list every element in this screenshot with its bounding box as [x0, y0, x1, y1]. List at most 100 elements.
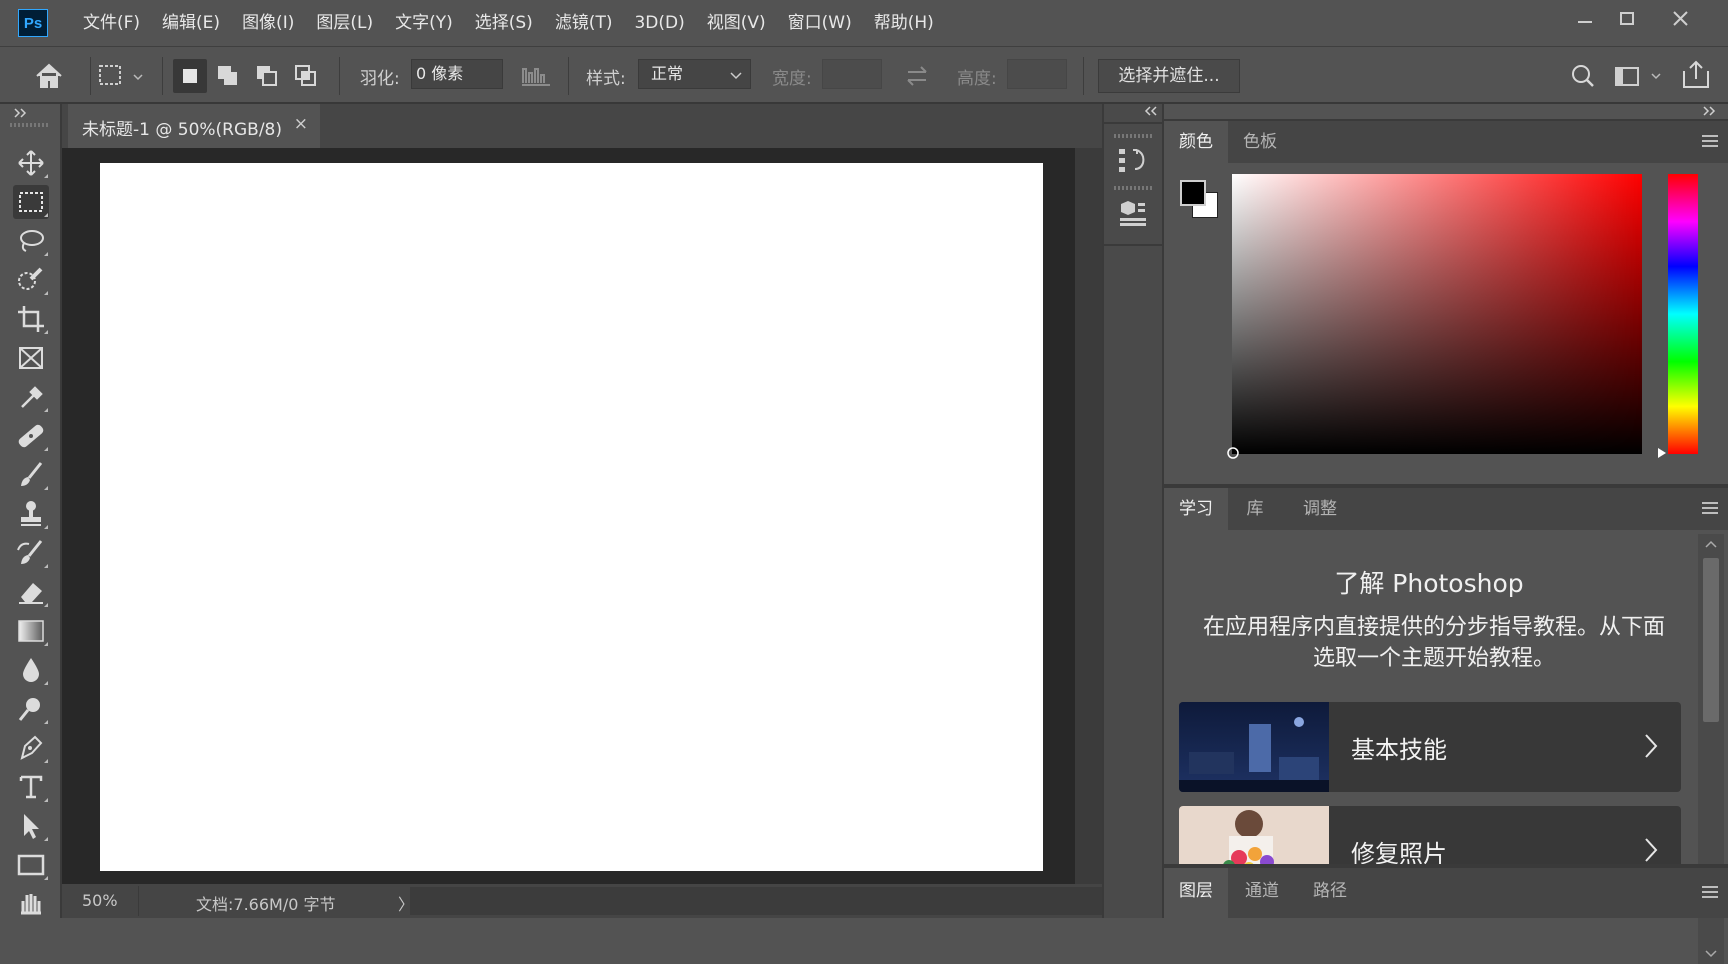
- add-to-selection-button[interactable]: [211, 59, 245, 93]
- chevron-down-icon[interactable]: [1705, 950, 1717, 958]
- tutorial-thumbnail: [1179, 702, 1329, 792]
- document-tab[interactable]: 未标题-1 @ 50%(RGB/8) ×: [68, 104, 320, 148]
- workspace-switcher[interactable]: [1612, 59, 1666, 93]
- home-button[interactable]: [32, 59, 66, 93]
- tutorial-card-basic-skills[interactable]: 基本技能: [1179, 702, 1681, 792]
- document-tab-title: 未标题-1 @ 50%(RGB/8): [82, 120, 282, 140]
- tab-channels[interactable]: 通道: [1228, 868, 1296, 918]
- tab-adjustments[interactable]: 调整: [1282, 488, 1358, 530]
- intersect-selection-button[interactable]: [289, 59, 323, 93]
- healing-brush-tool[interactable]: [13, 419, 49, 453]
- tool-preset-picker[interactable]: [96, 59, 154, 93]
- new-selection-button[interactable]: [173, 59, 207, 93]
- add-selection-icon: [218, 66, 237, 85]
- document-info[interactable]: 文档:7.66M/0 字节: [196, 891, 335, 915]
- panel-grip[interactable]: [1114, 134, 1152, 138]
- dodge-tool[interactable]: [13, 692, 49, 726]
- tab-layers[interactable]: 图层: [1164, 868, 1228, 918]
- hue-slider[interactable]: [1668, 174, 1698, 454]
- lasso-tool[interactable]: [13, 224, 49, 258]
- quick-selection-tool[interactable]: [13, 263, 49, 297]
- menu-bar: 文件(F) 编辑(E) 图像(I) 图层(L) 文字(Y) 选择(S) 滤镜(T…: [72, 0, 945, 46]
- anti-alias-button[interactable]: [520, 61, 554, 91]
- eraser-tool[interactable]: [13, 575, 49, 609]
- intersect-selection-icon: [295, 65, 316, 86]
- close-tab-icon[interactable]: ×: [294, 114, 308, 134]
- type-tool[interactable]: [13, 770, 49, 804]
- cube-icon: [1120, 201, 1146, 226]
- path-selection-tool[interactable]: [13, 809, 49, 843]
- share-button[interactable]: [1676, 57, 1716, 93]
- horizontal-scrollbar[interactable]: [410, 887, 1102, 915]
- tab-learn[interactable]: 学习: [1164, 488, 1228, 530]
- chevron-right-icon: [1645, 734, 1658, 758]
- document-canvas[interactable]: [100, 163, 1043, 871]
- hue-slider-handle[interactable]: [1656, 446, 1668, 460]
- toolbar-grip[interactable]: [10, 123, 50, 127]
- menu-type[interactable]: 文字(Y): [384, 0, 464, 46]
- menu-3d[interactable]: 3D(D): [623, 0, 695, 46]
- menu-window[interactable]: 窗口(W): [777, 0, 863, 46]
- select-and-mask-button[interactable]: 选择并遮住...: [1098, 59, 1240, 93]
- 3d-panel-button[interactable]: [1115, 196, 1151, 230]
- marquee-preset-icon: [99, 65, 143, 85]
- color-swatches: [1180, 180, 1218, 218]
- hand-tool[interactable]: [13, 887, 49, 921]
- tab-libraries[interactable]: 库: [1228, 488, 1282, 530]
- layers-panel-tabs: 图层 通道 路径: [1164, 868, 1728, 918]
- frame-tool[interactable]: [13, 341, 49, 375]
- pen-tool[interactable]: [13, 731, 49, 765]
- crop-tool[interactable]: [13, 302, 49, 336]
- close-window-button[interactable]: [1656, 4, 1706, 34]
- feather-input[interactable]: 0 像素: [411, 59, 503, 89]
- height-input[interactable]: [1007, 59, 1067, 89]
- clone-stamp-tool[interactable]: [13, 497, 49, 531]
- style-select[interactable]: 正常: [638, 59, 751, 89]
- history-panel-button[interactable]: [1115, 141, 1151, 177]
- brush-tool[interactable]: [13, 458, 49, 492]
- rectangular-marquee-tool[interactable]: [13, 185, 49, 219]
- subtract-from-selection-button[interactable]: [250, 59, 284, 93]
- maximize-button[interactable]: [1602, 4, 1652, 34]
- panel-menu-icon[interactable]: [1702, 135, 1718, 150]
- collapse-dock-icon[interactable]: [1702, 106, 1718, 116]
- menu-select[interactable]: 选择(S): [464, 0, 544, 46]
- collapse-panels-icon[interactable]: [1144, 106, 1160, 116]
- tab-color[interactable]: 颜色: [1164, 121, 1228, 163]
- tab-swatches[interactable]: 色板: [1228, 121, 1292, 163]
- style-label: 样式:: [586, 69, 626, 89]
- divider: [1104, 244, 1162, 246]
- tutorial-thumbnail: [1179, 806, 1329, 864]
- vertical-scrollbar[interactable]: [1075, 148, 1102, 884]
- tutorial-card-fix-photos[interactable]: 修复照片: [1179, 806, 1681, 864]
- gradient-tool[interactable]: [13, 614, 49, 648]
- panel-menu-icon[interactable]: [1702, 502, 1718, 517]
- width-input[interactable]: [822, 59, 882, 89]
- chevron-up-icon[interactable]: [1705, 540, 1717, 548]
- swap-dimensions-button[interactable]: [900, 61, 934, 91]
- rectangle-tool[interactable]: [13, 848, 49, 882]
- expand-toolbar-icon[interactable]: [14, 108, 30, 118]
- history-brush-tool[interactable]: [13, 536, 49, 570]
- zoom-level[interactable]: 50%: [82, 891, 118, 910]
- search-button[interactable]: [1566, 59, 1600, 93]
- foreground-color-swatch[interactable]: [1180, 180, 1206, 206]
- chevron-right-icon: [1645, 838, 1658, 862]
- menu-edit[interactable]: 编辑(E): [151, 0, 231, 46]
- learn-title: 了解 Photoshop: [1334, 569, 1524, 598]
- tab-paths[interactable]: 路径: [1296, 868, 1364, 918]
- color-picker-field[interactable]: [1227, 174, 1642, 459]
- learn-panel-content: 了解 Photoshop 在应用程序内直接提供的分步指导教程。从下面选取一个主题…: [1164, 534, 1694, 864]
- eyedropper-tool[interactable]: [13, 380, 49, 414]
- menu-view[interactable]: 视图(V): [696, 0, 777, 46]
- move-tool[interactable]: [13, 146, 49, 180]
- menu-layer[interactable]: 图层(L): [305, 0, 384, 46]
- panel-grip[interactable]: [1114, 186, 1152, 190]
- menu-help[interactable]: 帮助(H): [863, 0, 945, 46]
- menu-image[interactable]: 图像(I): [231, 0, 305, 46]
- blur-tool[interactable]: [13, 653, 49, 687]
- menu-file[interactable]: 文件(F): [72, 0, 151, 46]
- scroll-thumb[interactable]: [1703, 558, 1719, 722]
- panel-menu-icon[interactable]: [1702, 886, 1718, 901]
- menu-filter[interactable]: 滤镜(T): [544, 0, 624, 46]
